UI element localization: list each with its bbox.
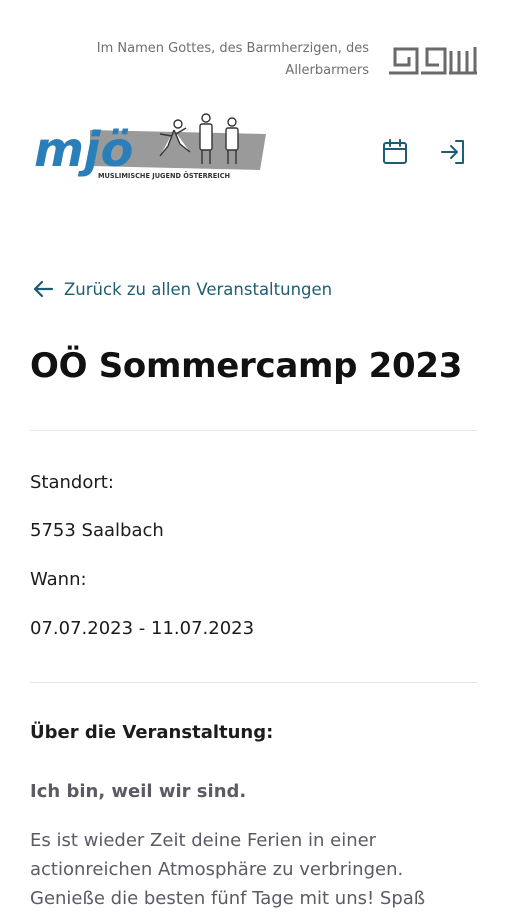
- arrow-left-icon: [33, 280, 54, 298]
- basmala-text: Im Namen Gottes, des Barmherzigen, des A…: [96, 41, 369, 78]
- date-label: Wann:: [30, 569, 87, 590]
- event-tagline: Ich bin, weil wir sind.: [30, 781, 247, 802]
- site-header: mjö MUSLIMISCHE JUGEND ÖSTERREICH: [30, 112, 467, 192]
- divider: [30, 682, 477, 683]
- page-title: OÖ Sommercamp 2023: [30, 346, 463, 386]
- logo-text: mjö: [34, 122, 133, 178]
- logo-subtitle: MUSLIMISCHE JUGEND ÖSTERREICH: [98, 171, 230, 180]
- divider: [30, 430, 477, 431]
- location-label: Standort:: [30, 472, 114, 493]
- location-value: 5753 Saalbach: [30, 520, 164, 541]
- back-link-label: Zurück zu allen Veranstaltungen: [64, 279, 333, 299]
- mjo-logo[interactable]: mjö MUSLIMISCHE JUGEND ÖSTERREICH: [30, 112, 266, 188]
- back-to-events-link[interactable]: Zurück zu allen Veranstaltungen: [32, 278, 332, 300]
- kufic-calligraphy-icon: [389, 47, 477, 75]
- date-value: 07.07.2023 - 11.07.2023: [30, 618, 255, 639]
- about-heading: Über die Veranstaltung:: [30, 722, 274, 743]
- calendar-icon[interactable]: [381, 138, 409, 166]
- basmala-row: Im Namen Gottes, des Barmherzigen, des A…: [69, 38, 479, 82]
- login-icon[interactable]: [439, 138, 467, 166]
